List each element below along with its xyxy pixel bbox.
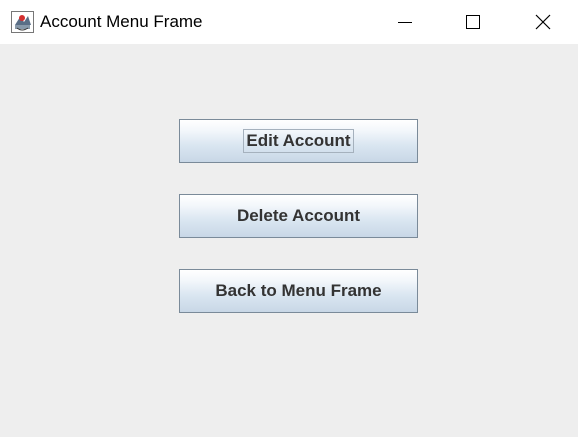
- maximize-button[interactable]: [440, 0, 506, 44]
- account-menu-window: Account Menu Frame Edit Account Delete A…: [0, 0, 578, 437]
- close-icon: [535, 14, 551, 30]
- delete-account-label: Delete Account: [236, 206, 361, 225]
- edit-account-button[interactable]: Edit Account: [179, 119, 418, 163]
- back-to-menu-button[interactable]: Back to Menu Frame: [179, 269, 418, 313]
- edit-account-label: Edit Account: [243, 129, 354, 153]
- delete-account-button[interactable]: Delete Account: [179, 194, 418, 238]
- close-button[interactable]: [510, 0, 576, 44]
- minimize-button[interactable]: [372, 0, 438, 44]
- content-panel: Edit Account Delete Account Back to Menu…: [0, 44, 578, 437]
- java-cup-icon[interactable]: [11, 11, 34, 33]
- back-to-menu-label: Back to Menu Frame: [215, 281, 382, 300]
- minimize-icon: [398, 22, 412, 23]
- maximize-icon: [466, 15, 480, 29]
- title-bar[interactable]: Account Menu Frame: [0, 0, 578, 44]
- window-title: Account Menu Frame: [40, 12, 203, 31]
